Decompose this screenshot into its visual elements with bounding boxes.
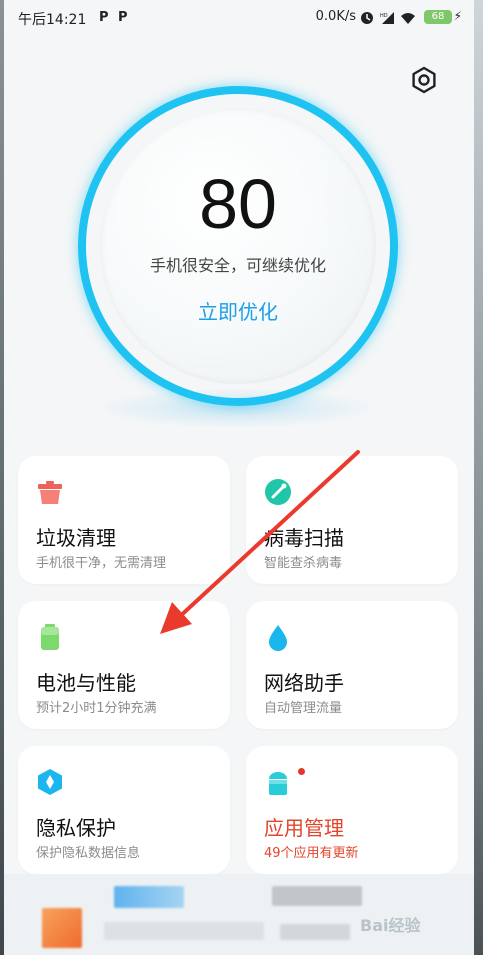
- card-subtitle: 预计2小时1分钟充满: [36, 701, 157, 716]
- security-score: 80: [199, 165, 277, 243]
- optimize-now-button[interactable]: 立即优化: [188, 296, 288, 325]
- blurred-text-block: [114, 886, 184, 908]
- notification-p-icon-2: P: [118, 10, 128, 25]
- charging-bolt-icon: ⚡: [453, 9, 462, 23]
- card-privacy-protection[interactable]: 隐私保护 保护隐私数据信息: [18, 746, 230, 874]
- notification-p-icon: P: [99, 10, 109, 25]
- clock-icon: [360, 10, 374, 24]
- card-title: 病毒扫描: [264, 526, 344, 550]
- card-app-management[interactable]: 应用管理 49个应用有更新: [246, 746, 458, 874]
- signal-hd-icon: HD: [380, 10, 394, 24]
- card-subtitle: 自动管理流量: [264, 701, 343, 716]
- battery-indicator: 68: [424, 10, 452, 24]
- privacy-hex-icon: [36, 768, 64, 796]
- card-title: 垃圾清理: [36, 526, 116, 550]
- card-title: 隐私保护: [36, 816, 116, 840]
- card-subtitle: 49个应用有更新: [264, 846, 359, 861]
- svg-text:HD: HD: [380, 13, 388, 19]
- wifi-icon: [400, 10, 416, 24]
- battery-icon: [36, 623, 64, 651]
- card-subtitle: 手机很干净，无需清理: [36, 556, 167, 571]
- status-bar: 午后14:21 P P 0.0K/s HD 68 ⚡: [4, 0, 474, 36]
- network-speed: 0.0K/s: [315, 9, 356, 24]
- watermark-logo: Bai经验: [360, 916, 421, 935]
- blurred-text-block-3: [104, 922, 264, 940]
- blurred-app-icon: [42, 908, 82, 948]
- score-status-text: 手机很安全，可继续优化: [149, 256, 326, 275]
- card-title: 网络助手: [264, 671, 344, 695]
- card-title: 电池与性能: [36, 671, 136, 695]
- card-battery-performance[interactable]: 电池与性能 预计2小时1分钟充满: [18, 601, 230, 729]
- shield-scan-icon: [264, 478, 292, 506]
- blurred-text-block-2: [272, 886, 362, 906]
- blurred-text-block-4: [280, 924, 350, 940]
- phone-screen: 午后14:21 P P 0.0K/s HD 68 ⚡ 80 手机很安全，可继续优…: [4, 0, 474, 955]
- card-subtitle: 智能查杀病毒: [264, 556, 343, 571]
- card-subtitle: 保护隐私数据信息: [36, 846, 141, 861]
- settings-button[interactable]: [410, 66, 438, 94]
- update-badge-dot: [298, 768, 305, 775]
- card-title: 应用管理: [264, 816, 344, 840]
- card-virus-scan[interactable]: 病毒扫描 智能查杀病毒: [246, 456, 458, 584]
- water-drop-icon: [264, 623, 292, 651]
- card-network-assistant[interactable]: 网络助手 自动管理流量: [246, 601, 458, 729]
- gear-icon: [412, 66, 436, 94]
- status-time: 午后14:21: [18, 12, 87, 28]
- score-ring-inner: [100, 108, 376, 384]
- android-app-icon: [264, 768, 292, 796]
- security-score-ring: 80 手机很安全，可继续优化 立即优化: [78, 86, 398, 406]
- trash-icon: [36, 478, 64, 506]
- card-junk-cleanup[interactable]: 垃圾清理 手机很干净，无需清理: [18, 456, 230, 584]
